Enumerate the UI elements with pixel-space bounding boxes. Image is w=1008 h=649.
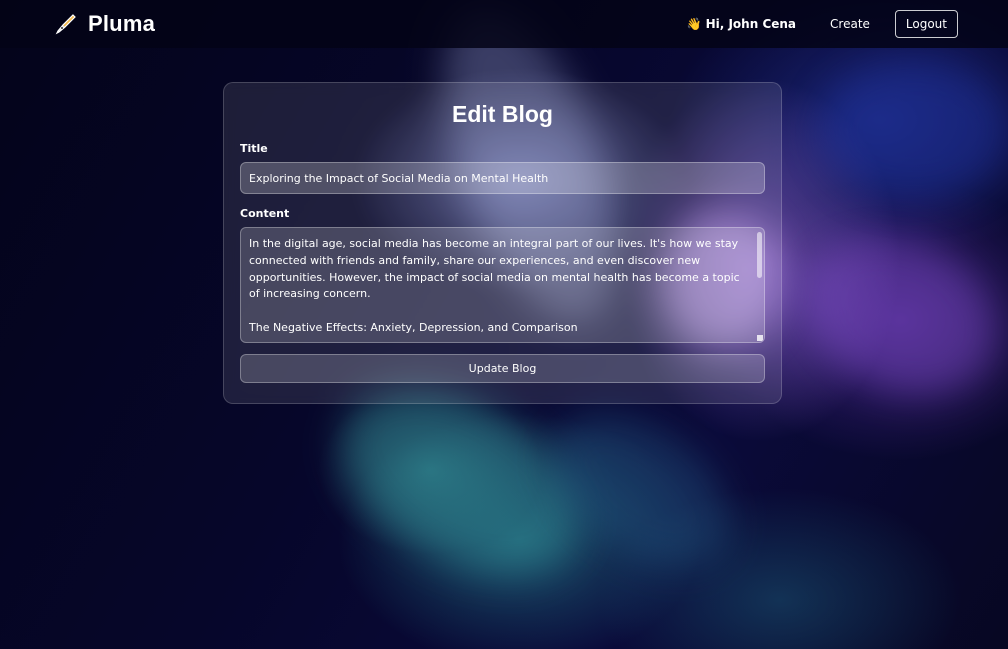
create-link[interactable]: Create [830,17,870,31]
resize-handle[interactable] [757,335,763,341]
update-blog-button[interactable]: Update Blog [240,354,765,383]
waving-hand-icon: 👋 [686,17,702,31]
edit-blog-card: Edit Blog Title Content In the digital a… [223,82,782,404]
brand-name: Pluma [88,11,156,36]
title-input[interactable] [240,162,765,194]
logout-button[interactable]: Logout [894,10,958,38]
textarea-scrollbar[interactable] [757,232,762,278]
user-greeting: 👋 Hi, John Cena [687,17,796,31]
content-textarea[interactable]: In the digital age, social media has bec… [240,227,765,343]
brand[interactable]: Pluma [54,11,155,37]
page-title: Edit Blog [452,101,553,127]
title-label: Title [240,142,268,155]
greeting-text: Hi, John Cena [705,17,797,31]
content-label: Content [240,207,290,220]
fountain-pen-icon [54,12,78,36]
content-text: In the digital age, social media has bec… [249,237,740,334]
navbar: Pluma 👋 Hi, John Cena Create Logout [0,0,1008,48]
nav-actions: 👋 Hi, John Cena Create Logout [687,10,958,38]
